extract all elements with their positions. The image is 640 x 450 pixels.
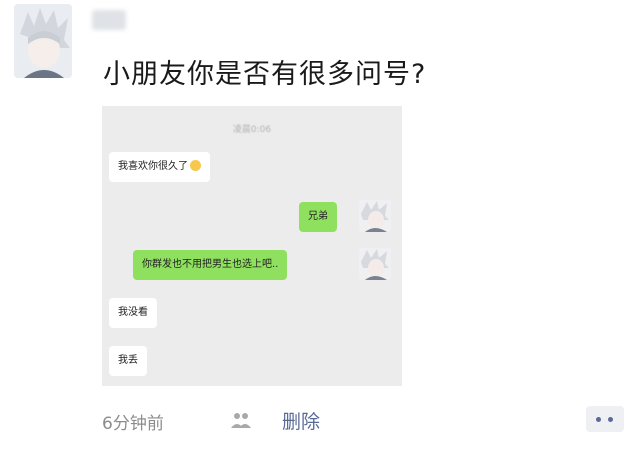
message-bubble-left: 我没看 (109, 298, 157, 328)
sender-avatar (359, 200, 391, 232)
message-bubble-right: 你群发也不用把男生也选上吧.. (133, 250, 288, 280)
more-dots-icon (596, 417, 601, 422)
username-redacted (92, 10, 126, 30)
avatar-image (14, 4, 72, 78)
message-text: 兄弟 (308, 211, 328, 222)
sender-avatar-image (359, 200, 391, 232)
smile-emoji-icon (190, 160, 201, 171)
post-time: 6分钟前 (102, 414, 164, 434)
sender-avatar (359, 248, 391, 280)
post-text: 小朋友你是否有很多问号? (103, 59, 427, 90)
avatar[interactable] (14, 4, 72, 78)
more-button[interactable] (586, 406, 624, 432)
message-text: 你群发也不用把男生也选上吧.. (142, 259, 279, 270)
chat-screenshot[interactable]: 凌晨0:06 我喜欢你很久了 兄弟 你群发也不用把男生也选上吧.. 我没看 我丢 (102, 106, 402, 386)
message-text: 我没看 (118, 307, 148, 318)
message-bubble-right: 兄弟 (299, 202, 337, 232)
sender-avatar-image (359, 248, 391, 280)
message-text: 我喜欢你很久了 (118, 161, 188, 172)
delete-button[interactable]: 删除 (282, 407, 320, 434)
message-bubble-left: 我喜欢你很久了 (109, 152, 210, 182)
people-icon (231, 413, 251, 428)
chat-timestamp: 凌晨0:06 (232, 125, 272, 135)
message-text: 我丢 (118, 355, 138, 366)
message-bubble-left: 我丢 (109, 346, 147, 376)
more-dots-icon (608, 417, 613, 422)
